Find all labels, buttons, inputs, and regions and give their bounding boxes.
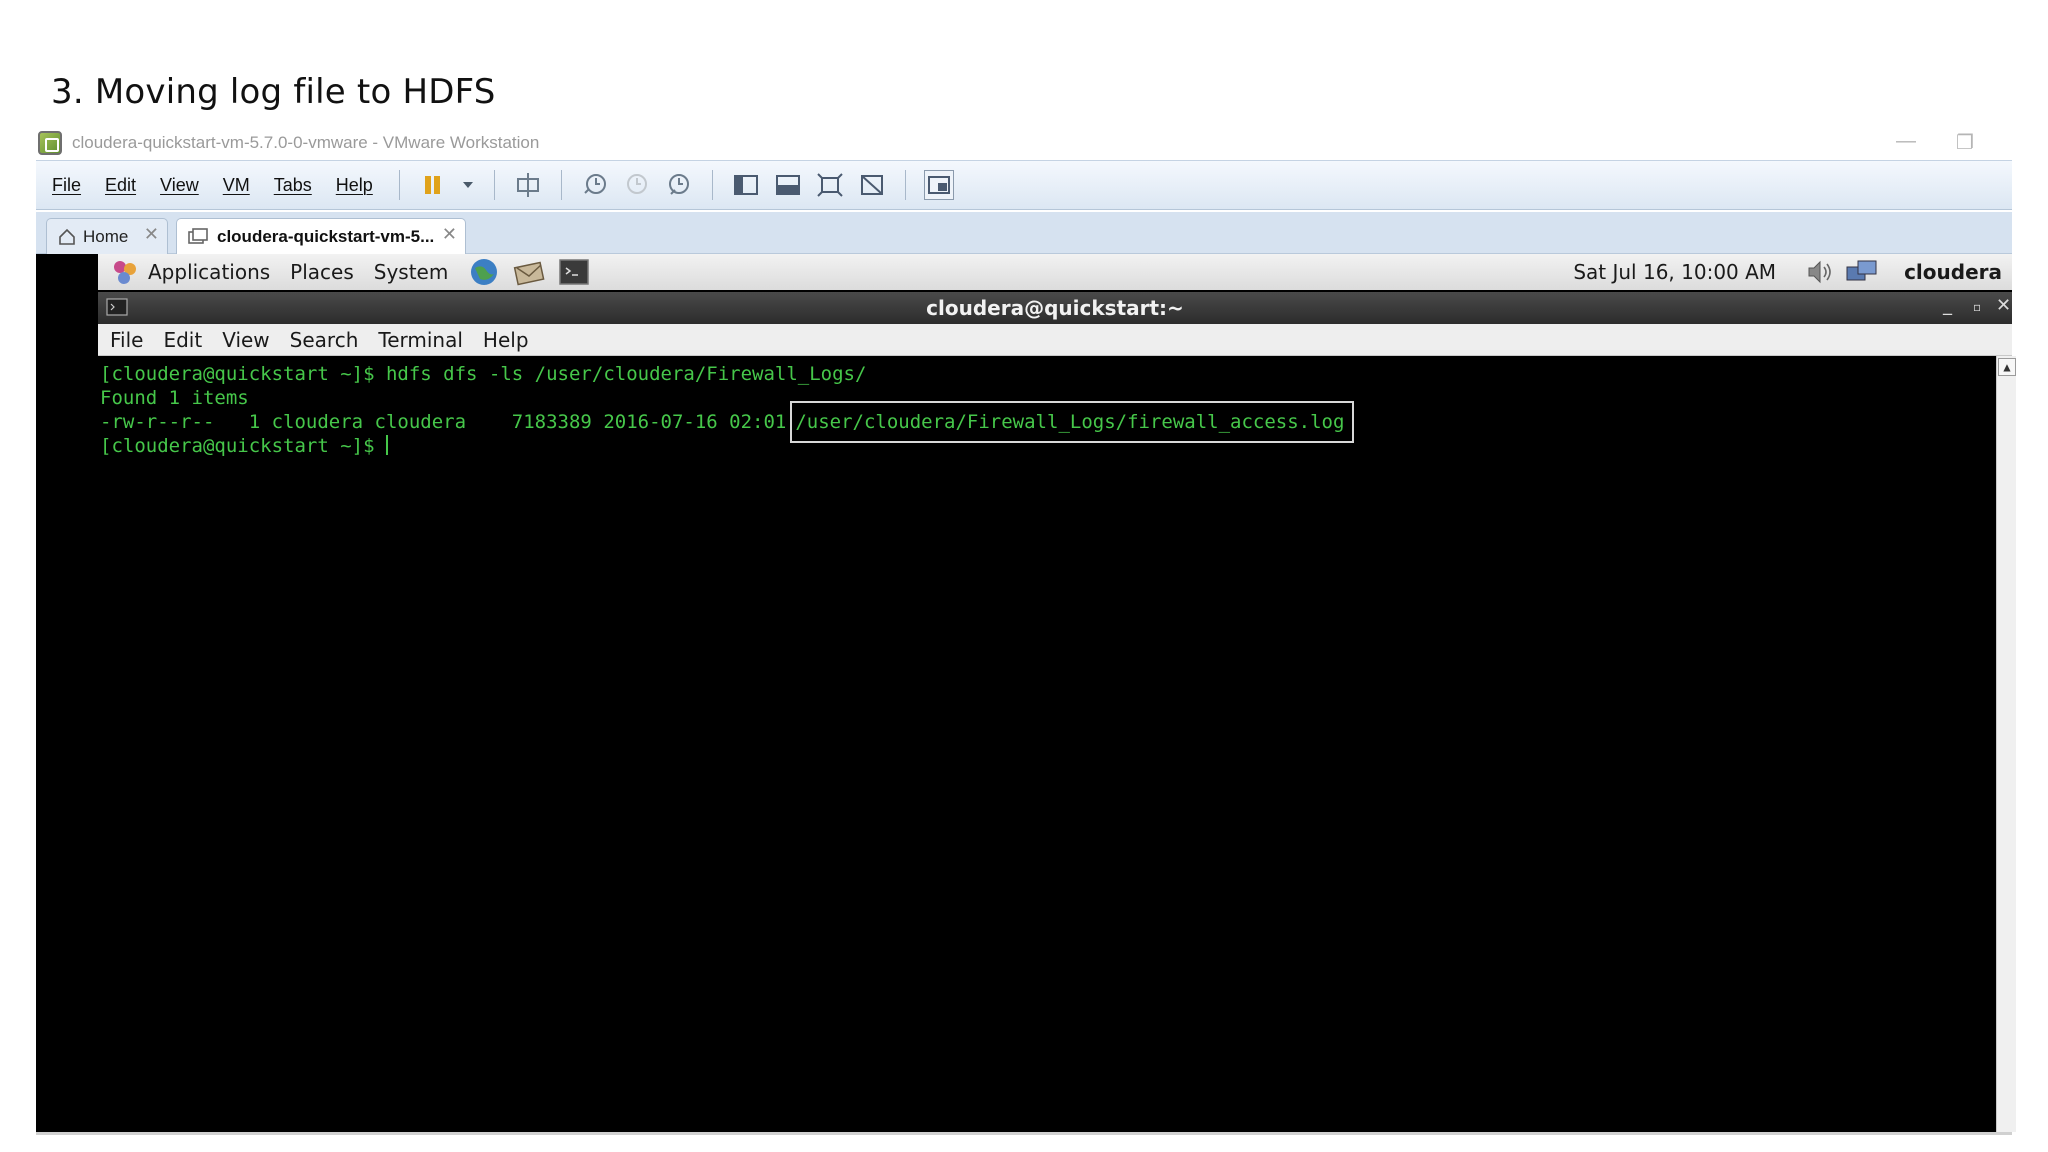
menu-file[interactable]: File (52, 175, 81, 196)
clock[interactable]: Sat Jul 16, 10:00 AM (1573, 260, 1776, 284)
toolbar-separator (904, 170, 906, 200)
menu-vm[interactable]: VM (223, 175, 250, 196)
text-cursor (385, 435, 388, 455)
toolbar-separator (398, 170, 400, 200)
network-icon[interactable] (1844, 257, 1880, 287)
send-ctrl-alt-del-icon[interactable] (513, 170, 543, 200)
home-icon (59, 228, 75, 245)
terminal-line-command: [cloudera@quickstart ~]$ hdfs dfs -ls /u… (100, 363, 867, 385)
applications-icon (114, 261, 136, 284)
chevron-down-icon[interactable] (460, 170, 476, 200)
menu-applications[interactable]: Applications (148, 260, 270, 284)
terminal-menu-terminal[interactable]: Terminal (378, 328, 463, 352)
library-view-icon[interactable] (731, 170, 761, 200)
unity-mode-icon[interactable] (857, 170, 887, 200)
minimize-icon[interactable]: — (1896, 130, 1916, 153)
slide-title: 3. Moving log file to HDFS (51, 72, 496, 112)
menu-help[interactable]: Help (336, 175, 373, 196)
terminal-menu-edit[interactable]: Edit (163, 328, 202, 352)
minimize-icon[interactable]: _ (1943, 295, 1952, 316)
guest-screen[interactable]: Applications Places System Sat Jul 16, 1… (36, 254, 2016, 1132)
pause-icon[interactable] (418, 170, 448, 200)
terminal-output[interactable]: [cloudera@quickstart ~]$ hdfs dfs -ls /u… (98, 356, 2016, 1132)
close-icon[interactable]: ✕ (144, 224, 159, 245)
tab-vm[interactable]: cloudera-quickstart-vm-5... ✕ (176, 218, 466, 254)
fullscreen-icon[interactable] (815, 170, 845, 200)
close-icon[interactable]: ✕ (1996, 295, 2011, 316)
window-title: cloudera-quickstart-vm-5.7.0-0-vmware - … (72, 133, 540, 152)
close-icon[interactable]: ✕ (442, 224, 457, 245)
terminal-scrollbar[interactable]: ▲ (1996, 356, 2016, 1132)
terminal-menu-view[interactable]: View (222, 328, 269, 352)
snapshot-manager-icon[interactable] (664, 170, 694, 200)
vmware-titlebar: cloudera-quickstart-vm-5.7.0-0-vmware - … (36, 128, 2012, 158)
toolbar-separator (560, 170, 562, 200)
mail-icon[interactable] (512, 256, 548, 288)
restore-icon[interactable]: ❐ (1956, 130, 1974, 155)
entry-metadata: -rw-r--r-- 1 cloudera cloudera 7183389 2… (100, 411, 787, 433)
menu-system[interactable]: System (374, 260, 449, 284)
panel-right-area: Sat Jul 16, 10:00 AM cloudera (1573, 254, 2012, 290)
menu-tabs[interactable]: Tabs (274, 175, 312, 196)
menu-view[interactable]: View (160, 175, 199, 196)
menu-places[interactable]: Places (290, 260, 354, 284)
prompt-text: [cloudera@quickstart ~]$ (100, 435, 386, 457)
snapshot-take-icon[interactable] (580, 170, 610, 200)
console-view-icon[interactable] (773, 170, 803, 200)
toolbar-separator (711, 170, 713, 200)
browser-globe-icon[interactable] (468, 256, 502, 288)
snapshot-revert-icon[interactable] (622, 170, 652, 200)
tab-vm-label: cloudera-quickstart-vm-5... (217, 226, 435, 246)
terminal-menu-file[interactable]: File (110, 328, 143, 352)
terminal-line-entry: -rw-r--r-- 1 cloudera cloudera 7183389 2… (100, 401, 2016, 443)
gnome-top-panel: Applications Places System Sat Jul 16, 1… (98, 254, 2012, 290)
tab-home-label: Home (83, 226, 129, 246)
toolbar-separator (493, 170, 495, 200)
terminal-launcher-icon[interactable] (558, 257, 590, 287)
terminal-title: cloudera@quickstart:~ (926, 296, 1184, 320)
terminal-titlebar: cloudera@quickstart:~ _ ▫ ✕ (98, 292, 2012, 324)
tab-home[interactable]: Home ✕ (46, 218, 168, 254)
vmware-menubar: File Edit View VM Tabs Help (36, 160, 2012, 210)
maximize-icon[interactable]: ▫ (1973, 300, 1981, 314)
menu-edit[interactable]: Edit (105, 175, 136, 196)
volume-icon[interactable] (1804, 257, 1838, 287)
vmware-tabbar: Home ✕ cloudera-quickstart-vm-5... ✕ (36, 212, 2012, 254)
terminal-menubar: File Edit View Search Terminal Help (98, 324, 2012, 356)
window-bottom-border (36, 1132, 2012, 1135)
terminal-menu-help[interactable]: Help (483, 328, 529, 352)
scroll-up-icon[interactable]: ▲ (1998, 358, 2016, 376)
panel-username[interactable]: cloudera (1904, 260, 2002, 284)
vm-icon (188, 227, 208, 244)
terminal-menu-search[interactable]: Search (290, 328, 359, 352)
highlighted-file-path: /user/cloudera/Firewall_Logs/firewall_ac… (790, 401, 1355, 443)
vmware-logo-icon (38, 131, 62, 155)
thumbnail-bar-icon[interactable] (923, 170, 954, 200)
